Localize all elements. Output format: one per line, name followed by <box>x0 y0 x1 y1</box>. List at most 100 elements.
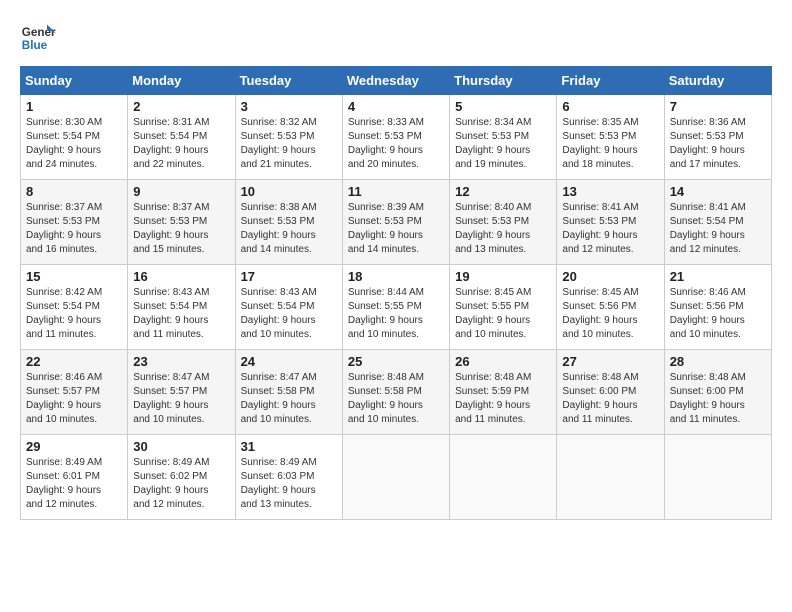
day-number: 16 <box>133 269 229 284</box>
day-info: Sunrise: 8:43 AM Sunset: 5:54 PM Dayligh… <box>241 286 337 342</box>
day-cell-2: 2 Sunrise: 8:31 AM Sunset: 5:54 PM Daylig… <box>128 95 235 180</box>
day-info: Sunrise: 8:47 AM Sunset: 5:57 PM Dayligh… <box>133 371 229 427</box>
day-number: 3 <box>241 99 337 114</box>
day-info: Sunrise: 8:32 AM Sunset: 5:53 PM Dayligh… <box>241 116 337 172</box>
day-info: Sunrise: 8:35 AM Sunset: 5:53 PM Dayligh… <box>562 116 658 172</box>
day-number: 13 <box>562 184 658 199</box>
day-info: Sunrise: 8:40 AM Sunset: 5:53 PM Dayligh… <box>455 201 551 257</box>
day-number: 17 <box>241 269 337 284</box>
day-cell-16: 16 Sunrise: 8:43 AM Sunset: 5:54 PM Dayli… <box>128 265 235 350</box>
day-number: 2 <box>133 99 229 114</box>
day-info: Sunrise: 8:46 AM Sunset: 5:57 PM Dayligh… <box>26 371 122 427</box>
day-cell-28: 28 Sunrise: 8:48 AM Sunset: 6:00 PM Dayli… <box>664 350 771 435</box>
day-number: 10 <box>241 184 337 199</box>
day-cell-4: 4 Sunrise: 8:33 AM Sunset: 5:53 PM Daylig… <box>342 95 449 180</box>
day-info: Sunrise: 8:47 AM Sunset: 5:58 PM Dayligh… <box>241 371 337 427</box>
week-row-5: 29 Sunrise: 8:49 AM Sunset: 6:01 PM Dayli… <box>21 435 772 520</box>
week-row-4: 22 Sunrise: 8:46 AM Sunset: 5:57 PM Dayli… <box>21 350 772 435</box>
day-info: Sunrise: 8:34 AM Sunset: 5:53 PM Dayligh… <box>455 116 551 172</box>
day-cell-23: 23 Sunrise: 8:47 AM Sunset: 5:57 PM Dayli… <box>128 350 235 435</box>
day-number: 31 <box>241 439 337 454</box>
day-cell-30: 30Sunrise: 8:49 AM Sunset: 6:02 PM Dayli… <box>128 435 235 520</box>
day-cell-8: 8 Sunrise: 8:37 AM Sunset: 5:53 PM Daylig… <box>21 180 128 265</box>
col-header-sunday: Sunday <box>21 67 128 95</box>
day-number: 20 <box>562 269 658 284</box>
day-info: Sunrise: 8:49 AM Sunset: 6:03 PM Dayligh… <box>241 456 337 512</box>
day-info: Sunrise: 8:49 AM Sunset: 6:01 PM Dayligh… <box>26 456 122 512</box>
day-cell-14: 14Sunrise: 8:41 AM Sunset: 5:54 PM Dayli… <box>664 180 771 265</box>
calendar-table: SundayMondayTuesdayWednesdayThursdayFrid… <box>20 66 772 520</box>
col-header-friday: Friday <box>557 67 664 95</box>
day-cell-27: 27 Sunrise: 8:48 AM Sunset: 6:00 PM Dayli… <box>557 350 664 435</box>
day-info: Sunrise: 8:46 AM Sunset: 5:56 PM Dayligh… <box>670 286 766 342</box>
empty-cell <box>342 435 449 520</box>
day-info: Sunrise: 8:48 AM Sunset: 5:59 PM Dayligh… <box>455 371 551 427</box>
col-header-tuesday: Tuesday <box>235 67 342 95</box>
day-info: Sunrise: 8:44 AM Sunset: 5:55 PM Dayligh… <box>348 286 444 342</box>
day-info: Sunrise: 8:42 AM Sunset: 5:54 PM Dayligh… <box>26 286 122 342</box>
day-number: 23 <box>133 354 229 369</box>
col-header-monday: Monday <box>128 67 235 95</box>
day-info: Sunrise: 8:31 AM Sunset: 5:54 PM Dayligh… <box>133 116 229 172</box>
day-info: Sunrise: 8:48 AM Sunset: 5:58 PM Dayligh… <box>348 371 444 427</box>
day-cell-22: 22 Sunrise: 8:46 AM Sunset: 5:57 PM Dayli… <box>21 350 128 435</box>
week-row-2: 8 Sunrise: 8:37 AM Sunset: 5:53 PM Daylig… <box>21 180 772 265</box>
day-number: 26 <box>455 354 551 369</box>
day-info: Sunrise: 8:45 AM Sunset: 5:56 PM Dayligh… <box>562 286 658 342</box>
day-cell-29: 29 Sunrise: 8:49 AM Sunset: 6:01 PM Dayli… <box>21 435 128 520</box>
day-cell-21: 21Sunrise: 8:46 AM Sunset: 5:56 PM Dayli… <box>664 265 771 350</box>
day-cell-24: 24Sunrise: 8:47 AM Sunset: 5:58 PM Dayli… <box>235 350 342 435</box>
logo-icon: General Blue <box>20 20 56 56</box>
day-cell-15: 15 Sunrise: 8:42 AM Sunset: 5:54 PM Dayli… <box>21 265 128 350</box>
day-number: 29 <box>26 439 122 454</box>
day-number: 4 <box>348 99 444 114</box>
day-cell-31: 31 Sunrise: 8:49 AM Sunset: 6:03 PM Dayli… <box>235 435 342 520</box>
day-info: Sunrise: 8:48 AM Sunset: 6:00 PM Dayligh… <box>670 371 766 427</box>
day-number: 19 <box>455 269 551 284</box>
day-info: Sunrise: 8:48 AM Sunset: 6:00 PM Dayligh… <box>562 371 658 427</box>
day-cell-10: 10 Sunrise: 8:38 AM Sunset: 5:53 PM Dayli… <box>235 180 342 265</box>
svg-text:Blue: Blue <box>22 39 48 52</box>
day-number: 11 <box>348 184 444 199</box>
day-info: Sunrise: 8:37 AM Sunset: 5:53 PM Dayligh… <box>133 201 229 257</box>
day-cell-26: 26 Sunrise: 8:48 AM Sunset: 5:59 PM Dayli… <box>450 350 557 435</box>
day-info: Sunrise: 8:30 AM Sunset: 5:54 PM Dayligh… <box>26 116 122 172</box>
day-cell-19: 19 Sunrise: 8:45 AM Sunset: 5:55 PM Dayli… <box>450 265 557 350</box>
empty-cell <box>664 435 771 520</box>
day-number: 28 <box>670 354 766 369</box>
day-cell-3: 3 Sunrise: 8:32 AM Sunset: 5:53 PM Daylig… <box>235 95 342 180</box>
day-cell-12: 12 Sunrise: 8:40 AM Sunset: 5:53 PM Dayli… <box>450 180 557 265</box>
day-number: 15 <box>26 269 122 284</box>
day-number: 5 <box>455 99 551 114</box>
day-number: 1 <box>26 99 122 114</box>
day-cell-17: 17 Sunrise: 8:43 AM Sunset: 5:54 PM Dayli… <box>235 265 342 350</box>
day-cell-6: 6 Sunrise: 8:35 AM Sunset: 5:53 PM Daylig… <box>557 95 664 180</box>
col-header-thursday: Thursday <box>450 67 557 95</box>
page-header: General Blue <box>20 20 772 56</box>
day-number: 27 <box>562 354 658 369</box>
day-info: Sunrise: 8:45 AM Sunset: 5:55 PM Dayligh… <box>455 286 551 342</box>
day-cell-25: 25Sunrise: 8:48 AM Sunset: 5:58 PM Dayli… <box>342 350 449 435</box>
day-number: 8 <box>26 184 122 199</box>
day-number: 12 <box>455 184 551 199</box>
day-cell-18: 18 Sunrise: 8:44 AM Sunset: 5:55 PM Dayli… <box>342 265 449 350</box>
day-info: Sunrise: 8:38 AM Sunset: 5:53 PM Dayligh… <box>241 201 337 257</box>
day-info: Sunrise: 8:37 AM Sunset: 5:53 PM Dayligh… <box>26 201 122 257</box>
day-cell-7: 7 Sunrise: 8:36 AM Sunset: 5:53 PM Daylig… <box>664 95 771 180</box>
col-header-wednesday: Wednesday <box>342 67 449 95</box>
day-number: 18 <box>348 269 444 284</box>
week-row-1: 1 Sunrise: 8:30 AM Sunset: 5:54 PM Daylig… <box>21 95 772 180</box>
day-number: 14 <box>670 184 766 199</box>
day-cell-13: 13Sunrise: 8:41 AM Sunset: 5:53 PM Dayli… <box>557 180 664 265</box>
day-info: Sunrise: 8:33 AM Sunset: 5:53 PM Dayligh… <box>348 116 444 172</box>
svg-text:General: General <box>22 26 56 39</box>
day-cell-20: 20 Sunrise: 8:45 AM Sunset: 5:56 PM Dayli… <box>557 265 664 350</box>
day-info: Sunrise: 8:36 AM Sunset: 5:53 PM Dayligh… <box>670 116 766 172</box>
day-number: 22 <box>26 354 122 369</box>
day-number: 7 <box>670 99 766 114</box>
day-info: Sunrise: 8:43 AM Sunset: 5:54 PM Dayligh… <box>133 286 229 342</box>
day-info: Sunrise: 8:39 AM Sunset: 5:53 PM Dayligh… <box>348 201 444 257</box>
day-cell-11: 11 Sunrise: 8:39 AM Sunset: 5:53 PM Dayli… <box>342 180 449 265</box>
col-header-saturday: Saturday <box>664 67 771 95</box>
day-number: 6 <box>562 99 658 114</box>
